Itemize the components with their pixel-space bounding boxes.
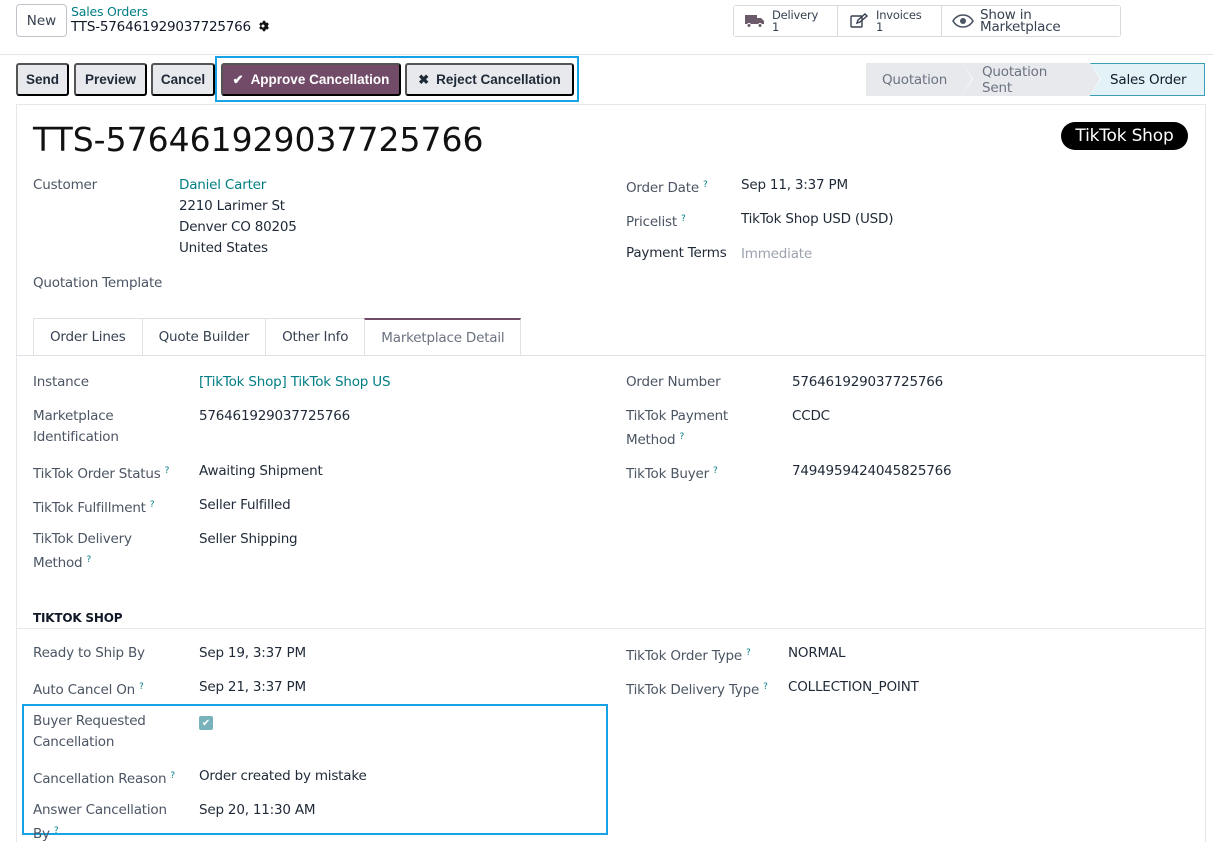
truck-icon: [744, 13, 766, 29]
invoice-edit-icon: [848, 13, 870, 29]
address-line-1: 2210 Larimer St: [179, 198, 285, 214]
delivery-method-label: TikTok Delivery Method?: [33, 531, 132, 571]
invoices-count: 1: [876, 20, 884, 34]
control-panel: New Sales Orders TTS-576461929037725766 …: [0, 0, 1213, 55]
status-bar: Quotation Quotation Sent Sales Order: [866, 63, 1205, 96]
auto-cancel-label: Auto Cancel On?: [33, 682, 144, 698]
help-icon[interactable]: ?: [165, 466, 170, 476]
delivery-method-value: Seller Shipping: [199, 531, 298, 547]
order-status-value: Awaiting Shipment: [199, 463, 323, 479]
delivery-type-label: TikTok Delivery Type?: [626, 682, 768, 698]
help-icon[interactable]: ?: [681, 214, 686, 224]
marketplace-id-label: Marketplace Identification: [33, 408, 119, 445]
order-date-value[interactable]: Sep 11, 3:37 PM: [741, 175, 848, 196]
show-in-marketplace-button[interactable]: Show in Marketplace: [942, 6, 1120, 36]
help-icon[interactable]: ?: [763, 682, 768, 692]
delivery-type-value: COLLECTION_POINT: [788, 679, 919, 695]
group-title-tiktok-shop: TIKTOK SHOP: [33, 611, 123, 625]
answer-cancellation-by-value: Sep 20, 11:30 AM: [199, 802, 316, 818]
help-icon[interactable]: ?: [746, 648, 751, 658]
status-sales-order-label: Sales Order: [1110, 71, 1187, 88]
auto-cancel-value: Sep 21, 3:37 PM: [199, 679, 306, 695]
invoices-smart-button[interactable]: Invoices 1: [838, 6, 942, 36]
delivery-smart-button[interactable]: Delivery 1: [734, 6, 838, 36]
buyer-label: TikTok Buyer?: [626, 466, 718, 482]
reject-cancellation-label: Reject Cancellation: [436, 72, 561, 87]
breadcrumb-sales-orders[interactable]: Sales Orders: [71, 4, 148, 19]
address-line-3: United States: [179, 240, 268, 256]
cancellation-reason-value: Order created by mistake: [199, 768, 367, 784]
payment-terms-label: Payment Terms: [626, 245, 727, 261]
address-line-2: Denver CO 80205: [179, 219, 297, 235]
eye-icon: [952, 13, 974, 29]
buyer-requested-cancellation-label: Buyer Requested Cancellation: [33, 713, 146, 750]
breadcrumb-current: TTS-576461929037725766: [71, 19, 269, 35]
order-status-label: TikTok Order Status?: [33, 466, 170, 482]
order-number-value: 576461929037725766: [792, 374, 944, 390]
page-title: TTS-576461929037725766: [33, 120, 484, 159]
reject-cancellation-button[interactable]: ✖ Reject Cancellation: [405, 63, 574, 96]
answer-cancellation-by-label: Answer Cancellation By?: [33, 802, 167, 842]
show-in-marketplace-label: Show in Marketplace: [980, 7, 1061, 35]
checkmark-icon: ✔: [201, 717, 211, 729]
tab-divider: [17, 355, 1205, 356]
order-type-label: TikTok Order Type?: [626, 648, 751, 664]
payment-method-label: TikTok Payment Method?: [626, 408, 729, 448]
fulfillment-label: TikTok Fulfillment?: [33, 500, 155, 516]
help-icon[interactable]: ?: [54, 826, 59, 836]
tab-quote-builder[interactable]: Quote Builder: [141, 318, 266, 356]
pricelist-value[interactable]: TikTok Shop USD (USD): [741, 209, 893, 230]
delivery-count: 1: [772, 20, 780, 34]
buyer-requested-cancellation-checkbox[interactable]: ✔: [199, 716, 213, 730]
cancel-button[interactable]: Cancel: [151, 63, 215, 96]
tab-marketplace-detail[interactable]: Marketplace Detail: [364, 318, 522, 356]
help-icon[interactable]: ?: [713, 466, 718, 476]
ready-to-ship-label: Ready to Ship By: [33, 645, 145, 661]
preview-button[interactable]: Preview: [74, 63, 147, 96]
customer-link[interactable]: Daniel Carter: [179, 175, 266, 196]
cancel-label: Cancel: [160, 72, 206, 87]
pricelist-label: Pricelist?: [626, 214, 686, 230]
ready-to-ship-value: Sep 19, 3:37 PM: [199, 645, 306, 661]
buyer-value: 7494959424045825766: [792, 463, 952, 479]
status-quotation-sent-label: Quotation Sent: [982, 63, 1048, 96]
help-icon[interactable]: ?: [139, 682, 144, 692]
payment-method-value: CCDC: [792, 408, 830, 424]
status-quotation[interactable]: Quotation: [866, 63, 973, 96]
notebook-tabs: Order Lines Quote Builder Other Info Mar…: [33, 318, 522, 356]
check-icon: ✔: [232, 71, 244, 87]
order-date-label: Order Date?: [626, 180, 708, 196]
status-sales-order[interactable]: Sales Order: [1090, 63, 1205, 96]
cancellation-reason-label: Cancellation Reason?: [33, 771, 175, 787]
smart-buttons: Delivery 1 Invoices 1 Show in Marketplace: [733, 5, 1121, 37]
status-quotation-sent[interactable]: Quotation Sent: [962, 63, 1101, 96]
fulfillment-value: Seller Fulfilled: [199, 497, 291, 513]
close-icon: ✖: [418, 71, 430, 87]
help-icon[interactable]: ?: [86, 555, 91, 565]
payment-terms-value[interactable]: Immediate: [741, 244, 812, 265]
instance-link[interactable]: [TikTok Shop] TikTok Shop US: [199, 372, 391, 393]
help-icon[interactable]: ?: [703, 180, 708, 190]
new-button[interactable]: New: [16, 4, 67, 37]
marketplace-id-value: 576461929037725766: [199, 408, 351, 424]
help-icon[interactable]: ?: [150, 500, 155, 510]
gear-icon[interactable]: [257, 20, 269, 35]
help-icon[interactable]: ?: [170, 771, 175, 781]
tiktok-shop-badge: TikTok Shop: [1061, 122, 1188, 150]
quotation-template-label: Quotation Template: [33, 275, 163, 291]
approve-cancellation-button[interactable]: ✔ Approve Cancellation: [221, 63, 401, 96]
send-button[interactable]: Send: [16, 63, 69, 96]
group-separator: [17, 628, 1205, 629]
order-number-label: Order Number: [626, 374, 721, 390]
order-type-value: NORMAL: [788, 645, 846, 661]
customer-label: Customer: [33, 177, 97, 193]
tab-other-info[interactable]: Other Info: [265, 318, 365, 356]
tab-order-lines[interactable]: Order Lines: [33, 318, 142, 356]
instance-label: Instance: [33, 374, 89, 390]
status-quotation-label: Quotation: [882, 71, 948, 88]
breadcrumb-current-label: TTS-576461929037725766: [71, 19, 251, 35]
approve-cancellation-label: Approve Cancellation: [250, 72, 390, 87]
help-icon[interactable]: ?: [679, 432, 684, 442]
